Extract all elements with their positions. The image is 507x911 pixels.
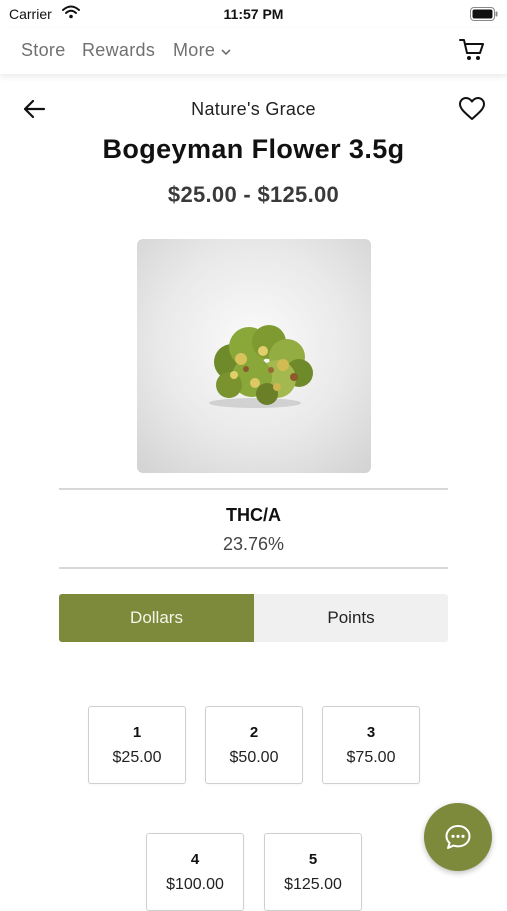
brand-name[interactable]: Nature's Grace (0, 99, 507, 120)
product-header: Nature's Grace (0, 96, 507, 124)
toggle-points[interactable]: Points (254, 594, 448, 642)
status-bar: Carrier 11:57 PM (0, 0, 507, 28)
option-quantity: 2 (249, 724, 259, 741)
price-range: $25.00 - $125.00 (167, 182, 340, 207)
option-quantity: 3 (366, 724, 376, 741)
option-card[interactable]: 3 $75.00 (322, 706, 420, 784)
divider (59, 488, 448, 490)
option-quantity: 4 (190, 851, 200, 868)
battery-icon (470, 7, 498, 24)
option-card[interactable]: 2 $50.00 (205, 706, 303, 784)
nav-more-label: More (173, 40, 216, 60)
flower-bud-illustration (209, 325, 313, 408)
thc-value: 23.76% (222, 534, 285, 554)
currency-toggle: Dollars Points (59, 594, 448, 642)
nav-more[interactable]: More (173, 40, 231, 61)
chat-button[interactable] (424, 803, 492, 871)
nav-rewards[interactable]: Rewards (82, 40, 155, 61)
option-price: $50.00 (229, 749, 279, 766)
option-card[interactable]: 5 $125.00 (264, 833, 362, 911)
toggle-dollars[interactable]: Dollars (59, 594, 254, 642)
option-price: $75.00 (346, 749, 396, 766)
nav-store[interactable]: Store (21, 40, 66, 61)
cart-icon[interactable] (459, 38, 485, 67)
top-navigation: Store Rewards More (0, 28, 507, 74)
option-price: $100.00 (166, 876, 224, 893)
option-card[interactable]: 4 $100.00 (146, 833, 244, 911)
heart-icon[interactable] (458, 96, 486, 127)
divider (59, 567, 448, 569)
chevron-down-icon (220, 40, 231, 60)
option-price: $25.00 (112, 749, 162, 766)
option-quantity: 5 (308, 851, 318, 868)
option-price: $125.00 (284, 876, 342, 893)
product-title: Bogeyman Flower 3.5g (102, 134, 405, 164)
option-card[interactable]: 1 $25.00 (88, 706, 186, 784)
product-image (137, 239, 371, 473)
thc-label: THC/A (226, 505, 281, 525)
status-time: 11:57 PM (223, 6, 284, 22)
option-quantity: 1 (132, 724, 142, 741)
